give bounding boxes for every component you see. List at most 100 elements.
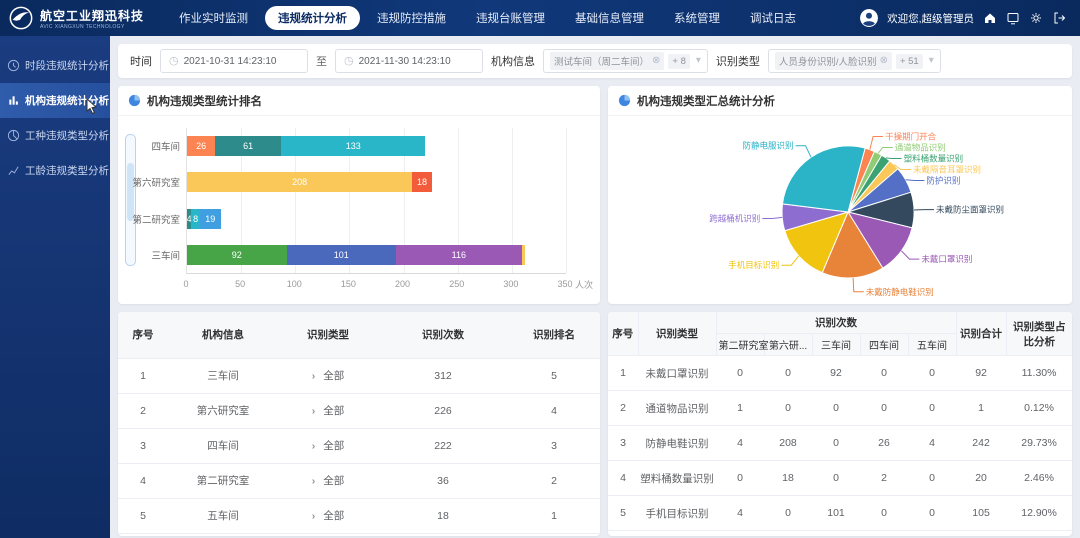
table-row: 4 塑料桶数量识别 0 18 0 2 0 20 2.46% <box>608 461 1072 496</box>
cell-no: 4 <box>118 463 168 498</box>
cell-value: 0 <box>764 391 812 426</box>
sidebar-item-seniority-stats[interactable]: 工龄违规类型分析 <box>0 153 110 188</box>
table-row: 1 三车间 ›全部 312 5 <box>118 358 600 393</box>
chevron-down-icon[interactable]: ▾ <box>929 56 934 66</box>
col-header: 识别排名 <box>508 312 600 358</box>
charts-row: 机构违规类型统计排名 四车间第六研究室第二研究室三车间 266113320818… <box>118 86 1072 304</box>
org-rank-table: 序号 机构信息 识别类型 识别次数 识别排名 1 三车间 ›全部 312 <box>118 312 600 534</box>
app-root: 航空工业翔迅科技 AVIC XIANGXUN TECHNOLOGY 作业实时监测… <box>0 0 1080 538</box>
user-icon <box>860 9 878 27</box>
pie-label-line <box>796 146 812 158</box>
nav-item-base-info[interactable]: 基础信息管理 <box>562 6 657 30</box>
nav-item-ledger-management[interactable]: 违规台账管理 <box>463 6 558 30</box>
sub-col-header: 五车间 <box>908 334 956 356</box>
date-range-separator: 至 <box>316 53 327 69</box>
org-select[interactable]: 测试车间（周二车间） ⊗ + 8 ▾ <box>543 49 708 73</box>
pie-label: 防护识别 <box>926 176 960 186</box>
pie-label: 未戴隔音耳罩识别 <box>913 165 981 175</box>
table-row: 3 四车间 ›全部 222 3 <box>118 428 600 463</box>
filter-bar: 时间 ◷ 2021-10-31 14:23:10 至 ◷ 2021-11-30 … <box>118 44 1072 78</box>
brand-logo-icon <box>8 5 34 31</box>
org-more-chip: + 8 <box>668 54 689 69</box>
bar-segment: 133 <box>281 136 425 156</box>
cell-org: 三车间 <box>168 358 278 393</box>
x-tick-label: 250 <box>449 279 464 289</box>
cell-value: 0 <box>908 496 956 531</box>
cell-value: 4 <box>908 426 956 461</box>
bar-value-label: 26 <box>196 141 206 151</box>
brand-subtitle: AVIC XIANGXUN TECHNOLOGY <box>40 24 144 30</box>
col-header: 识别类型 <box>278 312 378 358</box>
pie-chart-panel: 机构违规类型汇总统计分析 干操期门开合通道物品识别塑料桶数量识别未戴隔音耳罩识别… <box>608 86 1072 304</box>
cell-rank: 2 <box>508 463 600 498</box>
date-from-input[interactable]: ◷ 2021-10-31 14:23:10 <box>160 49 308 73</box>
cell-total: 20 <box>956 461 1006 496</box>
sidebar-item-time-stats[interactable]: 时段违规统计分析 <box>0 48 110 83</box>
cell-no: 1 <box>118 358 168 393</box>
date-to-input[interactable]: ◷ 2021-11-30 14:23:10 <box>335 49 483 73</box>
chevron-down-icon[interactable]: ▾ <box>696 56 701 66</box>
bar-category-label: 第二研究室 <box>138 201 180 237</box>
pie-chart-icon <box>7 129 20 142</box>
pie-label: 干操期门开合 <box>885 132 937 142</box>
cell-count: 226 <box>378 393 508 428</box>
sidebar-item-label: 工龄违规类型分析 <box>25 163 109 178</box>
brand: 航空工业翔迅科技 AVIC XIANGXUN TECHNOLOGY <box>0 5 160 31</box>
cell-no: 2 <box>608 391 638 426</box>
sidebar-item-label: 工种违规类型分析 <box>25 128 109 143</box>
cell-value: 0 <box>860 356 908 391</box>
nav-item-debug-log[interactable]: 调试日志 <box>737 6 809 30</box>
logout-icon[interactable] <box>1052 11 1066 25</box>
clock-icon: ◷ <box>344 56 354 67</box>
sidebar-item-label: 时段违规统计分析 <box>25 58 109 73</box>
main-nav: 作业实时监测 违规统计分析 违规防控措施 违规台账管理 基础信息管理 系统管理 … <box>166 6 809 30</box>
datazoom-slider[interactable] <box>125 134 136 266</box>
bar-x-axis: 050100150200250300350 <box>186 279 566 292</box>
cell-type: ›全部 <box>278 463 378 498</box>
expand-caret-icon[interactable]: › <box>312 440 316 452</box>
org-filter-label: 机构信息 <box>491 53 535 69</box>
expand-caret-icon[interactable]: › <box>312 475 316 487</box>
user-avatar[interactable] <box>860 9 878 27</box>
home-icon[interactable] <box>983 11 997 25</box>
pie-label-line <box>853 278 864 292</box>
pie-label-line <box>762 217 782 218</box>
cell-value: 0 <box>908 356 956 391</box>
sidebar-item-worktype-stats[interactable]: 工种违规类型分析 <box>0 118 110 153</box>
bar-value-label: 116 <box>452 250 466 260</box>
bar-segment: 26 <box>187 136 215 156</box>
expand-caret-icon[interactable]: › <box>312 405 316 417</box>
x-tick-label: 300 <box>503 279 518 289</box>
nav-item-violation-stats[interactable]: 违规统计分析 <box>265 6 360 30</box>
cell-no: 2 <box>118 393 168 428</box>
table-row: 4 第二研究室 ›全部 36 2 <box>118 463 600 498</box>
cell-value: 0 <box>860 391 908 426</box>
panel-title-icon <box>618 94 631 107</box>
expand-caret-icon[interactable]: › <box>312 510 316 522</box>
x-tick-label: 0 <box>183 279 188 289</box>
sidebar-item-org-stats[interactable]: 机构违规统计分析 <box>0 83 110 118</box>
expand-caret-icon[interactable]: › <box>312 370 316 382</box>
nav-item-system-management[interactable]: 系统管理 <box>661 6 733 30</box>
nav-item-prevention-measures[interactable]: 违规防控措施 <box>364 6 459 30</box>
settings-icon[interactable] <box>1029 11 1043 25</box>
col-header: 序号 <box>118 312 168 358</box>
close-icon[interactable]: ⊗ <box>652 56 660 66</box>
x-tick-label: 100 <box>287 279 302 289</box>
window-icon[interactable] <box>1006 11 1020 25</box>
col-header: 序号 <box>608 312 638 356</box>
type-select[interactable]: 人员身份识别/人脸识别 ⊗ + 51 ▾ <box>768 49 941 73</box>
cell-count: 18 <box>378 498 508 533</box>
close-icon[interactable]: ⊗ <box>880 56 888 66</box>
pie-label: 通道物品识别 <box>895 143 946 153</box>
type-tag-text: 人员身份识别/人脸识别 <box>779 54 877 68</box>
bar-value-label: 8 <box>193 214 198 224</box>
tables-row: 序号 机构信息 识别类型 识别次数 识别排名 1 三车间 ›全部 312 <box>118 312 1072 536</box>
cell-no: 5 <box>608 496 638 531</box>
top-navbar: 航空工业翔迅科技 AVIC XIANGXUN TECHNOLOGY 作业实时监测… <box>0 0 1080 36</box>
nav-item-realtime-monitor[interactable]: 作业实时监测 <box>166 6 261 30</box>
bar-category-label: 四车间 <box>138 128 180 164</box>
date-from-value: 2021-10-31 14:23:10 <box>184 56 277 67</box>
cell-type: 塑料桶数量识别 <box>638 461 716 496</box>
org-tag-chip: 测试车间（周二车间） ⊗ <box>550 52 664 70</box>
